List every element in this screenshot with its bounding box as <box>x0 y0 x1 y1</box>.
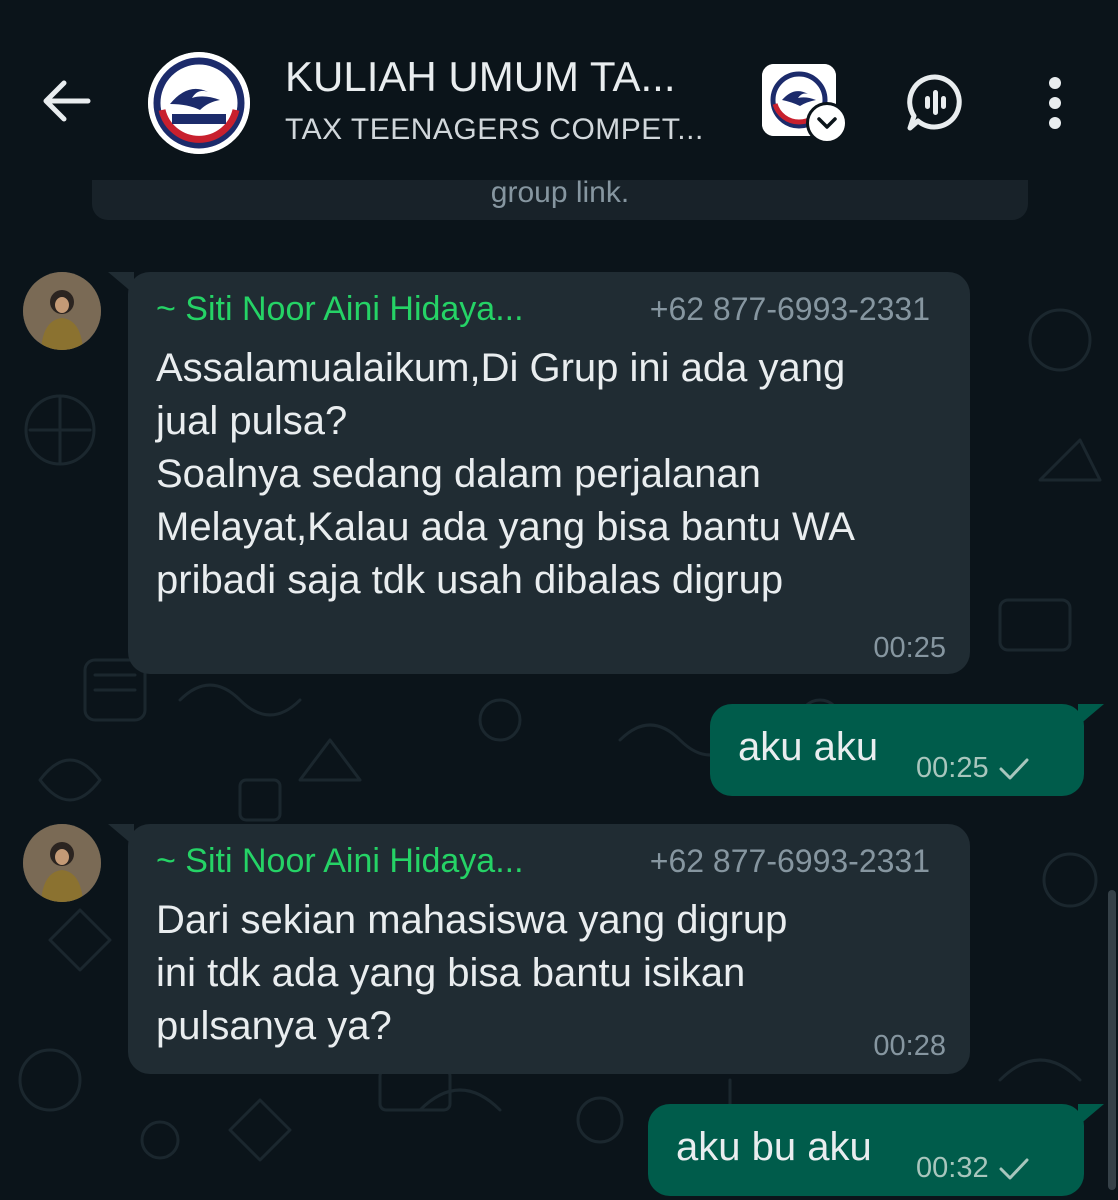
incoming-message-bubble[interactable]: ~ Siti Noor Aini Hidaya... +62 877-6993-… <box>108 272 970 674</box>
message-time: 00:28 <box>873 1030 946 1062</box>
sender-phone: +62 877-6993-2331 <box>649 843 930 879</box>
message-time: 00:25 <box>916 752 989 784</box>
sender-line: ~ Siti Noor Aini Hidaya... +62 877-6993-… <box>156 842 930 881</box>
person-avatar-icon <box>23 824 101 902</box>
group-subtitle: TAX TEENAGERS COMPET... <box>285 113 704 146</box>
system-notice-text: group link. <box>490 180 630 209</box>
outgoing-message-bubble[interactable]: aku aku 00:25 <box>710 704 1104 796</box>
check-icon <box>999 1158 1029 1179</box>
chat-header: KULIAH UMUM TA... TAX TEENAGERS COMPET..… <box>0 0 1118 180</box>
message-text: aku bu aku <box>676 1125 872 1169</box>
check-icon <box>999 758 1029 779</box>
group-avatar[interactable] <box>148 52 250 154</box>
scrollbar-thumb[interactable] <box>1108 890 1116 1190</box>
chevron-down-icon <box>817 117 837 129</box>
sender-name[interactable]: ~ Siti Noor Aini Hidaya... <box>156 290 524 329</box>
voice-chat-button[interactable] <box>902 70 968 136</box>
message-text: Dari sekian mahasiswa yang digrup ini td… <box>156 898 788 1048</box>
group-title-block[interactable]: KULIAH UMUM TA... TAX TEENAGERS COMPET..… <box>285 52 725 150</box>
message-meta: 00:32 <box>916 1152 1031 1185</box>
more-vertical-icon <box>1049 77 1061 129</box>
incoming-message-bubble[interactable]: ~ Siti Noor Aini Hidaya... +62 877-6993-… <box>108 824 970 1074</box>
bubble-tail <box>108 272 134 294</box>
bubble-tail <box>1078 704 1104 726</box>
sender-name[interactable]: ~ Siti Noor Aini Hidaya... <box>156 842 524 881</box>
group-title: KULIAH UMUM TA... <box>285 53 676 100</box>
chat-area[interactable]: group link. ~ Siti Noor Aini Hidaya... +… <box>0 180 1118 1200</box>
community-button[interactable] <box>762 64 848 144</box>
sender-avatar[interactable] <box>23 272 101 350</box>
bubble-tail <box>1078 1104 1104 1126</box>
sender-phone: +62 877-6993-2331 <box>649 291 930 327</box>
message-meta: 00:25 <box>916 752 1031 785</box>
outgoing-message-bubble[interactable]: aku bu aku 00:32 <box>648 1104 1104 1196</box>
more-options-button[interactable] <box>1030 70 1080 136</box>
chevron-down-badge <box>806 102 848 144</box>
sender-avatar[interactable] <box>23 824 101 902</box>
bubble-tail <box>108 824 134 846</box>
voice-chat-icon <box>907 74 962 131</box>
back-button[interactable] <box>30 70 102 132</box>
message-time: 00:25 <box>873 632 946 664</box>
message-text: Assalamualaikum,Di Grup ini ada yang jua… <box>156 346 855 602</box>
tax-teenagers-logo-icon <box>148 52 250 154</box>
message-time: 00:32 <box>916 1152 989 1184</box>
sender-line: ~ Siti Noor Aini Hidaya... +62 877-6993-… <box>156 290 930 329</box>
message-text: aku aku <box>738 725 879 769</box>
arrow-left-icon <box>43 80 91 122</box>
system-notice: group link. <box>92 180 1028 220</box>
person-avatar-icon <box>23 272 101 350</box>
